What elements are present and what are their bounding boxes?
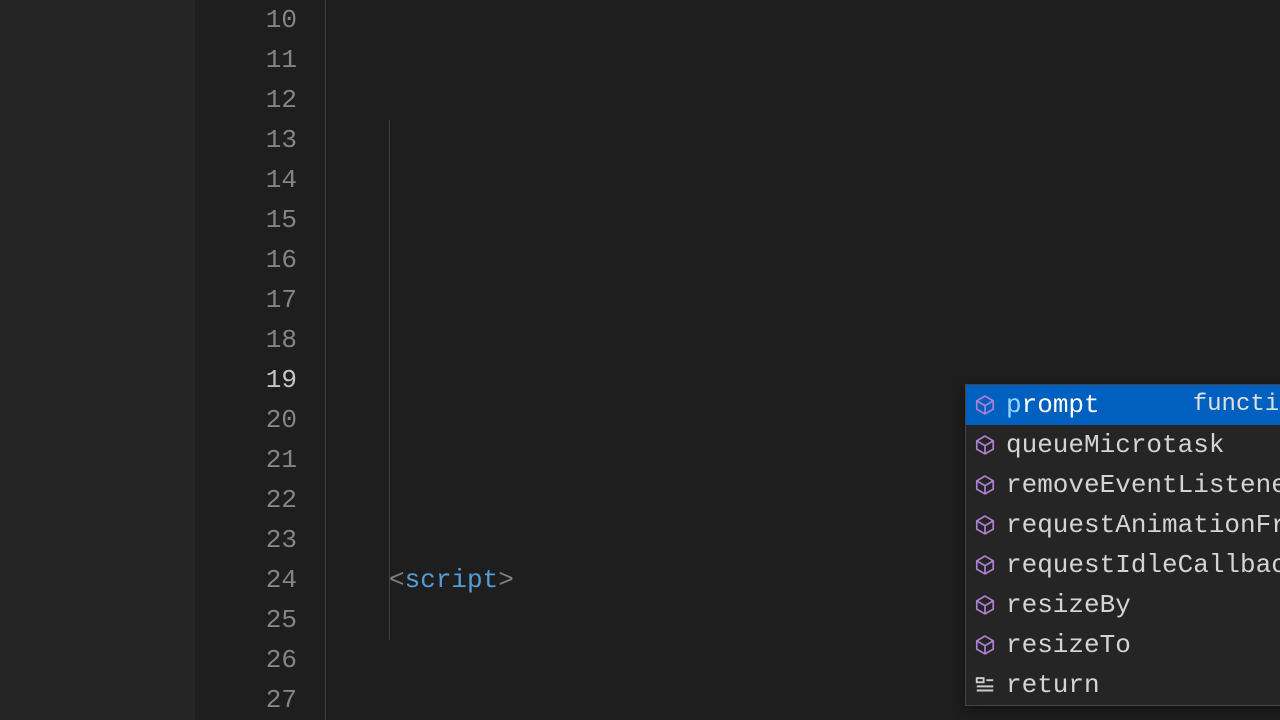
line-number: 25	[195, 600, 297, 640]
method-icon	[972, 512, 998, 538]
line-number: 15	[195, 200, 297, 240]
code-line[interactable]	[325, 160, 1280, 200]
line-number-gutter: 101112131415161718192021222324252627	[195, 0, 325, 720]
line-number: 13	[195, 120, 297, 160]
line-number: 23	[195, 520, 297, 560]
suggestion-label: resizeTo	[1006, 625, 1131, 665]
suggestion-label: prompt	[1006, 385, 1100, 425]
activity-bar	[0, 0, 195, 720]
tag-bracket: <	[389, 560, 405, 600]
line-number: 10	[195, 0, 297, 40]
suggestion-label: queueMicrotask	[1006, 425, 1224, 465]
suggestion-item[interactable]: removeEventListener	[966, 465, 1280, 505]
tag-name: script	[405, 560, 499, 600]
code-editor[interactable]: 101112131415161718192021222324252627 <sc…	[0, 0, 1280, 720]
line-number: 27	[195, 680, 297, 720]
method-icon	[972, 472, 998, 498]
method-icon	[972, 592, 998, 618]
suggestion-item[interactable]: resizeBy	[966, 585, 1280, 625]
suggestion-label: removeEventListener	[1006, 465, 1280, 505]
line-number: 19	[195, 360, 297, 400]
line-number: 20	[195, 400, 297, 440]
line-number: 12	[195, 80, 297, 120]
line-number: 11	[195, 40, 297, 80]
line-number: 24	[195, 560, 297, 600]
suggestion-item[interactable]: requestIdleCallback	[966, 545, 1280, 585]
line-number: 16	[195, 240, 297, 280]
suggestion-item[interactable]: queueMicrotask	[966, 425, 1280, 465]
keyword-icon	[972, 672, 998, 698]
line-number: 18	[195, 320, 297, 360]
suggestion-label: requestIdleCallback	[1006, 545, 1280, 585]
line-number: 21	[195, 440, 297, 480]
suggestion-item[interactable]: prompt function prompt(message?: st	[966, 385, 1280, 425]
method-icon	[972, 432, 998, 458]
suggestion-item[interactable]: resizeTo	[966, 625, 1280, 665]
code-line[interactable]	[325, 280, 1280, 320]
line-number: 14	[195, 160, 297, 200]
code-area[interactable]: <script> var num,round,sum; var confirme…	[325, 0, 1280, 720]
tag-bracket: >	[498, 560, 514, 600]
line-number: 22	[195, 480, 297, 520]
method-icon	[972, 632, 998, 658]
suggestion-detail: function prompt(message?: st	[1193, 385, 1280, 425]
method-icon	[972, 552, 998, 578]
suggestion-item[interactable]: return	[966, 665, 1280, 705]
line-number: 17	[195, 280, 297, 320]
suggestion-label: return	[1006, 665, 1100, 705]
suggestion-label: resizeBy	[1006, 585, 1131, 625]
method-icon	[972, 392, 998, 418]
suggestion-label: requestAnimationFrame	[1006, 505, 1280, 545]
intellisense-popup[interactable]: prompt function prompt(message?: stqueueM…	[965, 384, 1280, 706]
suggestion-item[interactable]: requestAnimationFrame	[966, 505, 1280, 545]
line-number: 26	[195, 640, 297, 680]
